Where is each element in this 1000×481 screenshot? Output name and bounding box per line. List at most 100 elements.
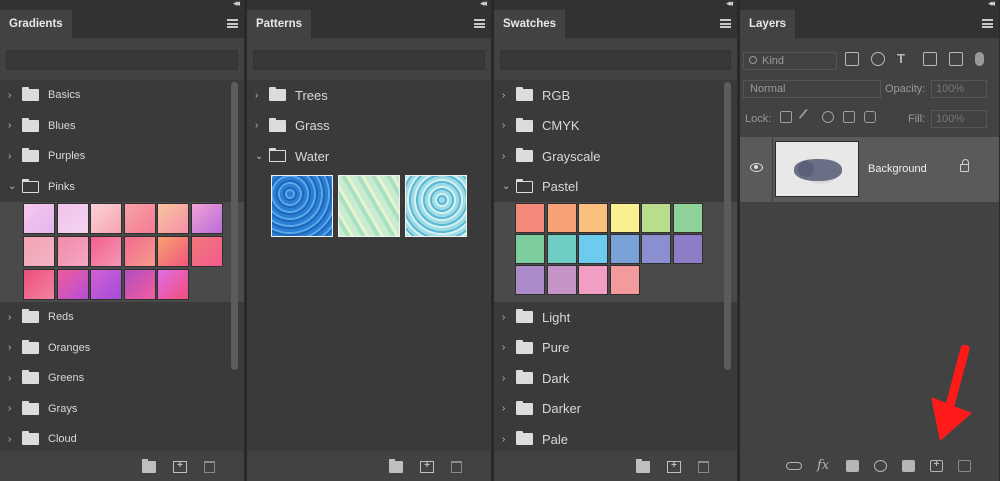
chevron-right-icon[interactable]: › bbox=[502, 373, 512, 384]
chevron-right-icon[interactable]: › bbox=[502, 151, 512, 162]
folder-row[interactable]: › Basics bbox=[0, 80, 244, 111]
chevron-right-icon[interactable]: › bbox=[502, 403, 512, 414]
gradient-swatch[interactable] bbox=[123, 269, 156, 300]
search-input[interactable] bbox=[253, 50, 485, 70]
gradient-swatch[interactable] bbox=[90, 236, 122, 267]
gradient-swatch[interactable] bbox=[190, 203, 223, 234]
opacity-input[interactable]: 100% bbox=[931, 80, 987, 98]
chevron-right-icon[interactable]: › bbox=[8, 342, 18, 353]
gradient-swatch[interactable] bbox=[23, 269, 55, 300]
chevron-right-icon[interactable]: › bbox=[8, 373, 18, 384]
scrollbar[interactable] bbox=[724, 82, 731, 370]
tab-swatches[interactable]: Swatches bbox=[494, 10, 566, 38]
tab-gradients[interactable]: Gradients bbox=[0, 10, 72, 38]
gradient-swatch[interactable] bbox=[90, 269, 122, 300]
gradient-swatch[interactable] bbox=[90, 203, 122, 234]
gradient-swatch[interactable] bbox=[56, 236, 89, 267]
chevron-right-icon[interactable]: › bbox=[502, 312, 512, 323]
chevron-right-icon[interactable]: › bbox=[502, 434, 512, 445]
color-swatch[interactable] bbox=[609, 234, 640, 264]
folder-row[interactable]: › Blues bbox=[0, 111, 244, 142]
folder-row[interactable]: › Oranges bbox=[0, 333, 244, 364]
gradient-swatch[interactable] bbox=[123, 236, 156, 267]
color-swatch[interactable] bbox=[546, 234, 577, 264]
chevron-down-icon[interactable]: ⌄ bbox=[502, 181, 512, 192]
new-pattern-button[interactable]: + bbox=[420, 461, 434, 473]
search-input[interactable] bbox=[500, 50, 731, 70]
delete-button[interactable] bbox=[204, 461, 215, 473]
color-swatch[interactable] bbox=[515, 234, 545, 264]
blend-mode-select[interactable]: Normal bbox=[743, 80, 881, 98]
tab-patterns[interactable]: Patterns bbox=[247, 10, 312, 38]
fx-icon[interactable]: fx bbox=[817, 459, 831, 472]
collapse-icon[interactable]: ◂◂ bbox=[726, 0, 733, 9]
folder-row[interactable]: › RGB bbox=[494, 80, 737, 111]
panel-menu-icon[interactable] bbox=[982, 19, 993, 28]
chevron-right-icon[interactable]: › bbox=[502, 90, 512, 101]
folder-row[interactable]: › Purples bbox=[0, 141, 244, 172]
gradient-swatch[interactable] bbox=[190, 236, 223, 267]
new-group-button[interactable] bbox=[142, 459, 156, 473]
layer-name[interactable]: Background bbox=[868, 163, 927, 175]
panel-menu-icon[interactable] bbox=[227, 19, 238, 28]
trash-icon[interactable] bbox=[958, 460, 971, 472]
folder-row[interactable]: › Dark bbox=[494, 363, 737, 394]
tab-layers[interactable]: Layers bbox=[740, 10, 796, 38]
panel-menu-icon[interactable] bbox=[474, 19, 485, 28]
folder-row[interactable]: › CMYK bbox=[494, 111, 737, 142]
gradient-swatch[interactable] bbox=[123, 203, 156, 234]
gradient-swatch[interactable] bbox=[157, 236, 189, 267]
color-swatch[interactable] bbox=[578, 234, 608, 264]
smartobject-filter-icon[interactable] bbox=[949, 52, 963, 66]
kind-filter-select[interactable]: Kind bbox=[743, 52, 837, 70]
color-swatch[interactable] bbox=[672, 203, 703, 233]
lock-artboard-icon[interactable] bbox=[843, 111, 855, 123]
chevron-right-icon[interactable]: › bbox=[8, 434, 18, 445]
chevron-right-icon[interactable]: › bbox=[255, 120, 265, 131]
folder-row[interactable]: › Pure bbox=[494, 333, 737, 364]
new-group-button[interactable] bbox=[389, 459, 403, 473]
new-swatch-button[interactable]: + bbox=[667, 461, 681, 473]
new-gradient-button[interactable]: + bbox=[173, 461, 187, 473]
folder-row[interactable]: › Reds bbox=[0, 302, 244, 333]
lock-transparent-icon[interactable] bbox=[780, 111, 792, 123]
gradient-swatch[interactable] bbox=[56, 203, 89, 234]
scrollbar[interactable] bbox=[231, 82, 238, 370]
type-filter-icon[interactable]: T bbox=[897, 52, 911, 66]
color-swatch[interactable] bbox=[578, 203, 608, 233]
gradient-swatch[interactable] bbox=[23, 203, 55, 234]
color-swatch[interactable] bbox=[515, 265, 545, 295]
color-swatch[interactable] bbox=[641, 234, 671, 264]
gradient-swatch[interactable] bbox=[56, 269, 89, 300]
new-group-icon[interactable] bbox=[902, 460, 915, 472]
folder-row[interactable]: › Grayscale bbox=[494, 141, 737, 172]
link-layers-icon[interactable] bbox=[786, 462, 802, 470]
chevron-right-icon[interactable]: › bbox=[8, 90, 18, 101]
folder-row[interactable]: › Darker bbox=[494, 394, 737, 425]
folder-row[interactable]: ⌄ Pinks bbox=[0, 172, 244, 203]
folder-row[interactable]: ⌄ Water bbox=[247, 141, 491, 172]
filter-toggle-icon[interactable] bbox=[975, 52, 984, 66]
folder-row[interactable]: › Pale bbox=[494, 424, 737, 451]
fill-input[interactable]: 100% bbox=[931, 110, 987, 128]
color-swatch[interactable] bbox=[609, 203, 640, 233]
new-layer-icon[interactable]: + bbox=[930, 460, 943, 472]
folder-row[interactable]: › Greens bbox=[0, 363, 244, 394]
chevron-right-icon[interactable]: › bbox=[255, 90, 265, 101]
collapse-icon[interactable]: ◂◂ bbox=[988, 0, 995, 9]
lock-pixels-icon[interactable] bbox=[798, 108, 816, 126]
color-swatch[interactable] bbox=[672, 234, 703, 264]
color-swatch[interactable] bbox=[578, 265, 608, 295]
layer-row[interactable]: Background bbox=[740, 137, 999, 202]
folder-row[interactable]: › Trees bbox=[247, 80, 491, 111]
chevron-down-icon[interactable]: ⌄ bbox=[8, 181, 18, 192]
gradient-swatch[interactable] bbox=[23, 236, 55, 267]
visibility-eye-icon[interactable] bbox=[750, 163, 763, 172]
search-input[interactable] bbox=[6, 50, 238, 70]
new-group-button[interactable] bbox=[636, 459, 650, 473]
chevron-right-icon[interactable]: › bbox=[502, 120, 512, 131]
folder-row[interactable]: › Cloud bbox=[0, 424, 244, 451]
water-pattern-swatch[interactable] bbox=[338, 174, 400, 237]
chevron-right-icon[interactable]: › bbox=[502, 342, 512, 353]
chevron-right-icon[interactable]: › bbox=[8, 120, 18, 131]
